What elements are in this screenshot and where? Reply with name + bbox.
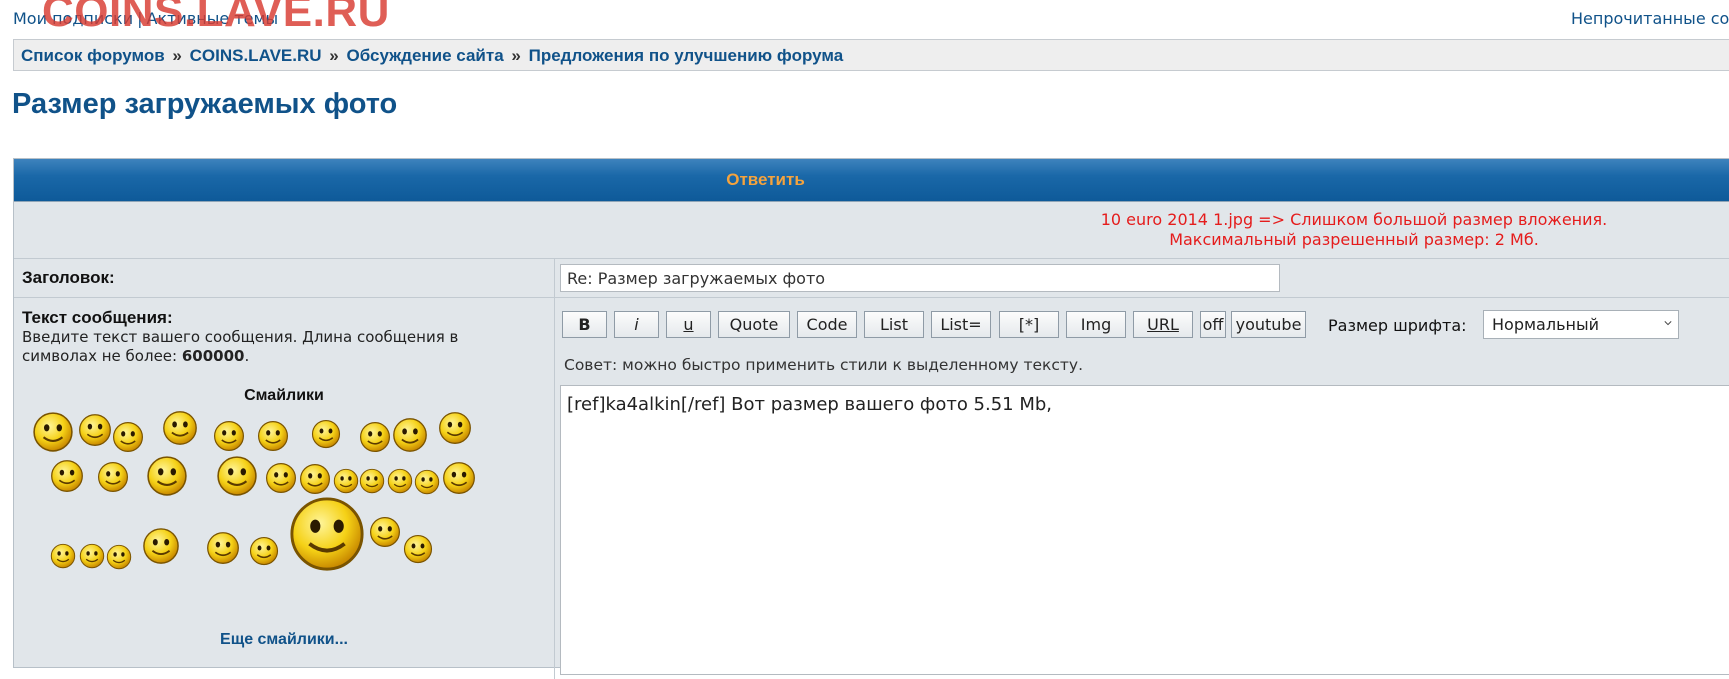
unread-posts-link[interactable]: Непрочитанные со [1571,9,1729,28]
smilies-title: Смайлики [244,387,324,404]
smiley-icon[interactable] [97,461,129,493]
breadcrumb-separator: » [511,46,521,65]
breadcrumb-improvement-suggestions[interactable]: Предложения по улучшению форума [529,46,844,65]
message-hint: Введите текст вашего сообщения. Длина со… [22,328,459,365]
bold-button[interactable]: B [562,311,607,338]
reply-form: Ответить 10 euro 2014 1.jpg => Слишком б… [13,158,1729,679]
reply-header-bar: Ответить [14,159,1729,202]
reply-header: Ответить [726,170,805,189]
page-title: Размер загружаемых фото [12,88,398,120]
list-ordered-button[interactable]: List= [931,311,991,338]
smiley-icon[interactable] [311,419,341,449]
smiley-icon[interactable] [265,462,297,494]
top-links-separator: | [137,9,143,28]
list-item-button[interactable]: [*] [999,311,1059,338]
url-button[interactable]: URL [1133,311,1193,338]
smiley-icon[interactable] [146,455,188,497]
chevron-down-icon [1664,321,1672,326]
smiley-icon[interactable] [50,459,84,493]
breadcrumb-coins-lave[interactable]: COINS.LAVE.RU [190,46,322,65]
font-size-label: Размер шрифта: [1328,316,1467,335]
smiley-icon[interactable] [78,413,112,447]
smiley-icon[interactable] [333,468,359,494]
smiley-icon[interactable] [50,543,76,569]
italic-button[interactable]: i [614,311,659,338]
breadcrumb-forum-index[interactable]: Список форумов [21,46,165,65]
smiley-icon[interactable] [216,455,258,497]
smiley-icon[interactable] [359,421,391,453]
smiley-icon[interactable] [403,534,433,564]
smiley-icon[interactable] [162,410,198,446]
breadcrumb: Список форумов » COINS.LAVE.RU » Обсужде… [13,39,1729,71]
smiley-icon[interactable] [438,411,472,445]
smiley-icon[interactable] [213,420,245,452]
breadcrumb-separator: » [172,46,182,65]
error-message: 10 euro 2014 1.jpg => Слишком большой ра… [1100,210,1608,229]
smiley-icon[interactable] [249,536,279,566]
error-max-size: Максимальный разрешенный размер: 2 Мб. [1169,230,1539,249]
smiley-icon[interactable] [299,463,331,495]
smiley-icon[interactable] [369,516,401,548]
font-size-select[interactable]: Нормальный [1483,310,1679,339]
my-subscriptions-link[interactable]: Мои подписки [13,9,133,28]
quote-button[interactable]: Quote [718,311,790,338]
error-row: 10 euro 2014 1.jpg => Слишком большой ра… [14,202,1729,259]
smiley-icon[interactable] [112,421,144,453]
subject-input[interactable] [560,264,1280,292]
smiley-icon[interactable] [392,417,428,453]
smiley-icon[interactable] [359,468,385,494]
active-topics-link[interactable]: Активные темы [147,9,279,28]
formatting-tip: Совет: можно быстро применить стили к вы… [564,356,1084,374]
message-textarea[interactable]: [ref]ka4alkin[/ref] Вот размер вашего фо… [560,385,1729,675]
smiley-icon[interactable] [142,527,180,565]
code-button[interactable]: Code [797,311,857,338]
smiley-icon[interactable] [414,469,440,495]
smiley-icon[interactable] [442,461,476,495]
message-limit: 600000 [181,347,245,365]
smiley-icon[interactable] [387,468,413,494]
top-links: Мои подписки | Активные темы [13,9,278,28]
off-button[interactable]: off [1200,311,1226,338]
smiley-icon[interactable] [106,544,132,570]
message-label: Текст сообщения: [22,308,173,327]
font-size-value: Нормальный [1492,315,1599,334]
list-button[interactable]: List [864,311,924,338]
breadcrumb-separator: » [329,46,339,65]
breadcrumb-site-discussion[interactable]: Обсуждение сайта [346,46,503,65]
underline-button[interactable]: u [666,311,711,338]
smiley-icon[interactable] [206,531,240,565]
youtube-button[interactable]: youtube [1231,311,1306,338]
smiley-icon[interactable] [288,495,366,573]
smiley-icon[interactable] [257,420,289,452]
img-button[interactable]: Img [1066,311,1126,338]
smiley-icon[interactable] [32,411,74,453]
more-smilies-link[interactable]: Еще смайлики... [14,631,554,649]
subject-label: Заголовок: [22,268,115,287]
smiley-icon[interactable] [79,543,105,569]
